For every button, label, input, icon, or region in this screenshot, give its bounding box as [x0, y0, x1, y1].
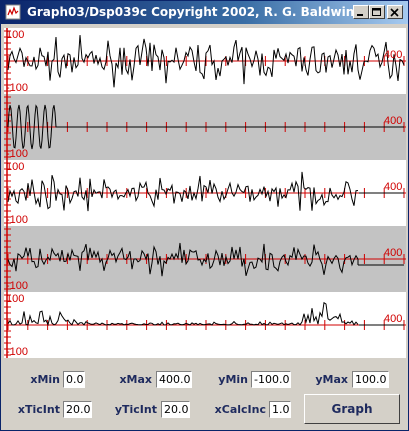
plot-4: -100 400 [4, 226, 406, 292]
plot-5-ymax-label: 100 [6, 293, 25, 305]
ymin-label: yMin [218, 373, 248, 386]
minimize-icon [357, 14, 363, 16]
xmax-label: xMax [119, 373, 152, 386]
plot-2: -100 400 [4, 94, 406, 160]
close-icon [390, 8, 399, 17]
maximize-button[interactable] [369, 5, 385, 19]
close-button[interactable] [387, 5, 403, 19]
plot-2-canvas [4, 94, 406, 160]
ymax-label: yMax [315, 373, 348, 386]
plot-5: 100 -100 400 [4, 292, 406, 358]
ymin-field[interactable]: -100.0 [251, 371, 291, 388]
plot-1: 100 -100 400 [4, 28, 406, 94]
xmin-field[interactable]: 0.0 [63, 371, 85, 388]
plot-3-ymax-label: 100 [6, 161, 25, 173]
maximize-icon [372, 8, 381, 16]
yticint-field[interactable]: 20.0 [161, 401, 190, 418]
app-icon [5, 4, 21, 20]
plot-5-canvas [4, 292, 406, 358]
graph-button[interactable]: Graph [304, 394, 400, 424]
plot-3-ymin-label: -100 [6, 214, 29, 226]
plot-3: 100 -100 400 [4, 160, 406, 226]
plot-3-canvas [4, 160, 406, 226]
plot-4-canvas [4, 226, 406, 292]
plot-1-xmax-label: 400 [384, 49, 403, 61]
title-bar[interactable]: Graph03/Dsp039c Copyright 2002, R. G. Ba… [1, 1, 408, 24]
plot-1-ymax-label: 100 [6, 29, 25, 41]
application-window: Graph03/Dsp039c Copyright 2002, R. G. Ba… [0, 0, 409, 431]
control-panel: xMin 0.0 xMax 400.0 yMin -100.0 yMax 100… [4, 360, 406, 429]
signal-trace [7, 301, 359, 327]
xmax-field[interactable]: 400.0 [156, 371, 192, 388]
ymax-field[interactable]: 100.0 [352, 371, 389, 388]
minimize-button[interactable] [353, 5, 369, 19]
plot-2-xmax-label: 400 [384, 115, 403, 127]
plot-2-ymin-label: -100 [6, 148, 29, 160]
plot-area: 100 -100 400 -100 400 100 -100 400 -100 … [4, 28, 406, 358]
signal-trace [7, 104, 404, 150]
plot-1-ymin-label: -100 [6, 82, 29, 94]
xcalcinc-field[interactable]: 1.0 [269, 401, 291, 418]
yticint-label: yTicInt [114, 403, 157, 416]
plot-3-xmax-label: 400 [384, 181, 403, 193]
xmin-label: xMin [30, 373, 60, 386]
plot-1-canvas [4, 28, 406, 94]
plot-4-ymin-label: -100 [6, 280, 29, 292]
window-title: Graph03/Dsp039c Copyright 2002, R. G. Ba… [27, 5, 355, 19]
xticint-field[interactable]: 20.0 [63, 401, 92, 418]
plot-5-xmax-label: 400 [384, 313, 403, 325]
plot-5-ymin-label: -100 [6, 346, 29, 358]
plot-4-xmax-label: 400 [384, 247, 403, 259]
xticint-label: xTicInt [17, 403, 60, 416]
xcalcinc-label: xCalcInc [214, 403, 266, 416]
